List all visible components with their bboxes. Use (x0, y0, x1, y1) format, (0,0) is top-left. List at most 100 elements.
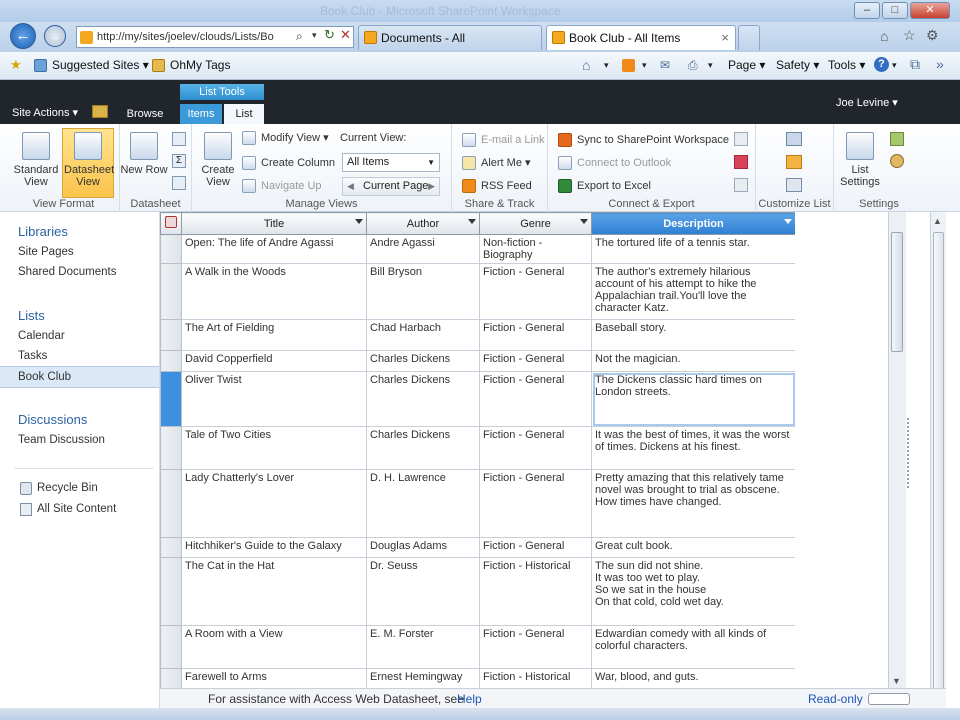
help-icon[interactable]: ? (874, 57, 889, 72)
address-dropdown-icon[interactable]: ▾ (312, 30, 317, 41)
email-link-button[interactable]: E-mail a Link (462, 131, 545, 149)
cell-title[interactable]: Hitchhiker's Guide to the Galaxy (181, 537, 367, 558)
select-all-header[interactable] (160, 212, 182, 235)
cell-title[interactable]: Farewell to Arms (181, 668, 367, 688)
rss-dropdown-icon[interactable]: ▾ (642, 60, 647, 71)
row-header[interactable] (160, 234, 182, 264)
rss-feed-button[interactable]: RSS Feed (462, 177, 532, 195)
cell-description[interactable]: Great cult book. (591, 537, 795, 558)
table-row[interactable]: Lady Chatterly's Lover D. H. Lawrence Fi… (160, 469, 795, 538)
cell-title[interactable]: Tale of Two Cities (181, 426, 367, 470)
safety-menu[interactable]: Safety ▾ (776, 58, 819, 72)
back-button[interactable]: ← (10, 23, 36, 49)
column-header-author[interactable]: Author (366, 212, 480, 235)
cell-genre[interactable]: Fiction - General (479, 625, 592, 669)
resize-grip[interactable] (868, 693, 910, 705)
cell-genre[interactable]: Fiction - Historical (479, 557, 592, 626)
cell-description[interactable]: It was the best of times, it was the wor… (591, 426, 795, 470)
export-excel-button[interactable]: Export to Excel (558, 177, 651, 195)
column-header-description[interactable]: Description (591, 212, 795, 235)
cell-description[interactable]: Edwardian comedy with all kinds of color… (591, 625, 795, 669)
mail-icon[interactable]: ✉ (660, 58, 670, 72)
cell-title[interactable]: Open: The life of Andre Agassi (181, 234, 367, 264)
cell-genre[interactable]: Fiction - General (479, 319, 592, 351)
page-menu[interactable]: Page ▾ (728, 58, 765, 72)
ohmy-tags-link[interactable]: OhMy Tags (170, 58, 230, 72)
row-header[interactable] (160, 350, 182, 372)
create-view-button[interactable]: Create View (194, 132, 242, 188)
table-row[interactable]: The Art of Fielding Chad Harbach Fiction… (160, 319, 795, 351)
navigate-up-folder-icon[interactable] (92, 105, 108, 118)
close-tab-icon[interactable]: × (721, 26, 729, 50)
print-dropdown-icon[interactable]: ▾ (708, 60, 713, 71)
cell-genre[interactable]: Fiction - General (479, 371, 592, 427)
alert-me-button[interactable]: Alert Me ▾ (462, 154, 531, 172)
nav-item-all-site-content[interactable]: All Site Content (37, 503, 116, 515)
chevron-down-icon[interactable] (468, 219, 476, 224)
cell-description[interactable]: The sun did not shine. It was too wet to… (591, 557, 795, 626)
list-settings-button[interactable]: List Settings (836, 132, 884, 188)
cell-title[interactable]: The Cat in the Hat (181, 557, 367, 626)
visio-icon[interactable] (734, 132, 748, 146)
sync-workspace-button[interactable]: Sync to SharePoint Workspace (558, 131, 729, 149)
table-row[interactable]: Open: The life of Andre Agassi Andre Aga… (160, 234, 795, 264)
current-view-select[interactable]: All Items ▼ (342, 153, 440, 172)
tab-book-club[interactable]: Book Club - All Items × (546, 25, 736, 50)
search-icon[interactable]: ⌕ (296, 29, 303, 44)
workflow-settings-icon[interactable] (890, 154, 904, 168)
cell-author[interactable]: Chad Harbach (366, 319, 480, 351)
research-icon[interactable]: ⧉ (910, 56, 920, 73)
chevron-down-icon[interactable] (355, 219, 363, 224)
standard-view-button[interactable]: Standard View (12, 132, 60, 188)
cell-title[interactable]: The Art of Fielding (181, 319, 367, 351)
cell-description[interactable]: The tortured life of a tennis star. (591, 234, 795, 264)
table-row[interactable]: Tale of Two Cities Charles Dickens Ficti… (160, 426, 795, 470)
cell-title[interactable]: A Room with a View (181, 625, 367, 669)
new-tab-button[interactable] (738, 25, 760, 50)
table-row[interactable]: The Cat in the Hat Dr. Seuss Fiction - H… (160, 557, 795, 626)
row-header[interactable] (160, 426, 182, 470)
row-header[interactable] (160, 625, 182, 669)
cell-title[interactable]: Oliver Twist (181, 371, 367, 427)
cell-author[interactable]: Douglas Adams (366, 537, 480, 558)
chevron-down-icon[interactable] (784, 219, 792, 224)
nav-item-tasks[interactable]: Tasks (18, 350, 47, 362)
nav-item-team-discussion[interactable]: Team Discussion (18, 434, 105, 446)
next-page-icon[interactable]: ▶ (428, 178, 435, 195)
row-header[interactable] (160, 668, 182, 688)
cell-genre[interactable]: Non-fiction - Biography (479, 234, 592, 264)
minimize-button[interactable]: – (854, 2, 880, 19)
cell-author[interactable]: E. M. Forster (366, 625, 480, 669)
edit-list-icon[interactable] (786, 155, 802, 169)
home-dropdown-icon[interactable]: ▾ (604, 60, 609, 71)
row-header[interactable] (160, 319, 182, 351)
totals-icon[interactable]: Σ (172, 154, 186, 168)
table-row[interactable]: A Walk in the Woods Bill Bryson Fiction … (160, 263, 795, 320)
cell-author[interactable]: D. H. Lawrence (366, 469, 480, 538)
cell-author[interactable]: Dr. Seuss (366, 557, 480, 626)
refresh-data-icon[interactable] (172, 176, 186, 190)
nav-head-lists[interactable]: Lists (18, 308, 45, 323)
cell-genre[interactable]: Fiction - General (479, 469, 592, 538)
connect-outlook-button[interactable]: Connect to Outlook (558, 154, 671, 172)
home-icon[interactable]: ⌂ (880, 28, 888, 44)
tab-list[interactable]: List (224, 104, 264, 124)
new-quick-step-icon[interactable] (786, 178, 802, 192)
row-header[interactable] (160, 557, 182, 626)
table-row-selected[interactable]: Oliver Twist Charles Dickens Fiction - G… (160, 371, 795, 427)
print-icon[interactable]: ⎙ (688, 58, 698, 73)
nav-item-shared-documents[interactable]: Shared Documents (18, 266, 116, 278)
show-taskpane-icon[interactable] (172, 132, 186, 146)
table-row[interactable]: Farewell to Arms Ernest Hemingway Fictio… (160, 668, 795, 688)
row-header[interactable] (160, 469, 182, 538)
cell-author[interactable]: Charles Dickens (366, 426, 480, 470)
close-window-button[interactable]: ✕ (910, 2, 950, 19)
cell-author[interactable]: Ernest Hemingway (366, 668, 480, 688)
tools-menu[interactable]: Tools ▾ (828, 58, 865, 72)
cell-author[interactable]: Charles Dickens (366, 350, 480, 372)
cell-genre[interactable]: Fiction - General (479, 263, 592, 320)
cell-genre[interactable]: Fiction - General (479, 537, 592, 558)
current-page-control[interactable]: ◀ Current Page ▶ (342, 177, 440, 196)
list-permissions-icon[interactable] (890, 132, 904, 146)
rss-icon[interactable] (622, 59, 635, 72)
